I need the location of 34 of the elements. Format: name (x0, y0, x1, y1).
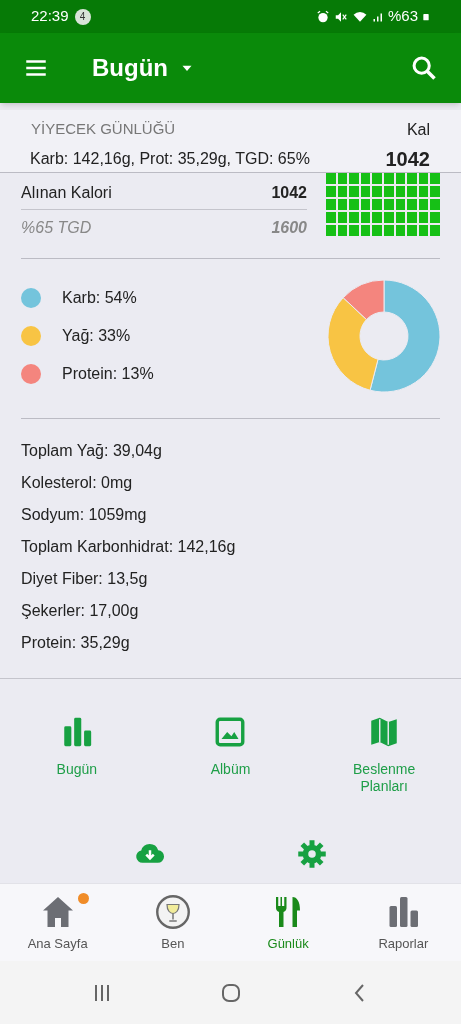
section-heading: YİYECEK GÜNLÜĞÜ (31, 119, 177, 139)
search-icon (410, 54, 438, 82)
legend-label: Protein: 13% (62, 363, 154, 384)
nutrient-line: Kolesterol: 0mg (21, 473, 134, 493)
nav-tab[interactable]: Ana Sayfa (0, 884, 116, 961)
nutrient-line: Protein: 35,29g (21, 633, 131, 653)
clock-time: 22:39 (31, 6, 69, 27)
row-value: 1042 (271, 182, 307, 203)
shortcut-button[interactable]: Albüm (175, 715, 286, 839)
title-dropdown[interactable]: Bugün (92, 50, 196, 86)
nav-tab[interactable]: Günlük (230, 884, 346, 961)
nutrient-line: Toplam Karbonhidrat: 142,16g (21, 537, 237, 557)
calorie-label: Kal (406, 120, 430, 140)
shortcut-button[interactable]: Beslenme Planları (329, 715, 440, 839)
settings-icon (295, 839, 328, 869)
alarm-icon (315, 9, 330, 24)
macro-summary: Karb: 142,16g, Prot: 35,29g, TGD: 65% (30, 148, 311, 169)
battery-level: %63 (387, 6, 418, 27)
nutrient-line: Şekerler: 17,00g (21, 601, 140, 621)
row-value: 1600 (271, 218, 307, 238)
nutrient-line: Sodyum: 1059mg (21, 505, 148, 525)
calorie-value: 1042 (385, 147, 430, 172)
nutrient-line: Toplam Yağ: 39,04g (21, 441, 163, 461)
avatar-icon (154, 894, 191, 930)
nutrient-line: Diyet Fiber: 13,5g (21, 569, 149, 589)
legend-label: Yağ: 33% (62, 325, 131, 346)
shortcut-button[interactable]: Bugün (21, 715, 132, 839)
row-label: %65 TGD (21, 218, 92, 238)
legend-label: Karb: 54% (62, 287, 137, 308)
nav-tab[interactable]: Ben (115, 884, 231, 961)
nav-tab[interactable]: Raporlar (345, 884, 461, 961)
notification-count: 4 (74, 8, 91, 25)
row-label: Alınan Kalori (21, 182, 112, 203)
wifi-icon (351, 9, 368, 24)
